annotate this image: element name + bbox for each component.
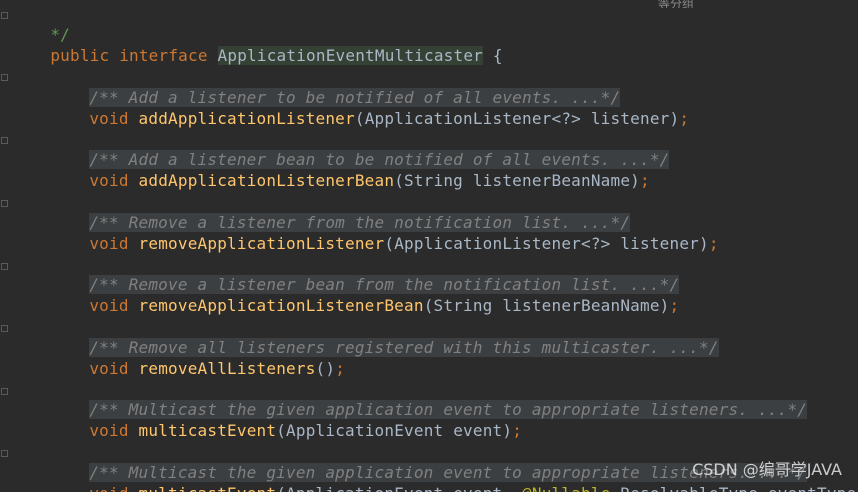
code-line-comment-6: /** Multicast the given application even… [11,377,858,419]
fold-marker[interactable] [1,263,8,270]
fold-marker[interactable] [1,12,8,19]
keyword-void: void [89,109,129,128]
fold-marker[interactable] [1,74,8,81]
keyword-void: void [89,484,128,492]
code-line-comment-1: /** Add a listener to be notified of all… [11,65,858,107]
code-line-method-4: void removeApplicationListenerBean(Strin… [11,273,858,315]
keyword-public: public [50,46,110,65]
keyword-void: void [89,296,129,315]
keyword-void: void [89,359,129,378]
code-line-method-3: void removeApplicationListener(Applicati… [11,211,858,253]
code-line-comment-5: /** Remove all listeners registered with… [11,315,858,357]
code-line-interface-declaration: public interface ApplicationEventMultica… [11,23,858,65]
code-line-comment-2: /** Add a listener bean to be notified o… [11,127,858,169]
code-line-doc-end: */ [11,2,858,44]
code-line-method-5: void removeAllListeners(); [11,336,858,378]
open-brace: { [492,46,503,65]
method-name[interactable]: removeApplicationListener [139,234,385,253]
method-parameters: () [315,359,336,378]
semicolon: ; [669,296,680,315]
method-parameters-prefix: (ApplicationEvent event, [276,484,522,492]
fold-marker[interactable] [1,137,8,144]
method-parameters: (ApplicationListener<?> listener) [384,234,709,253]
method-name[interactable]: removeAllListeners [139,359,316,378]
code-line-method-2: void addApplicationListenerBean(String l… [11,148,858,190]
keyword-void: void [89,421,129,440]
nullable-annotation: @Nullable [522,484,611,492]
method-name[interactable]: multicastEvent [139,421,277,440]
semicolon: ; [708,234,719,253]
method-name[interactable]: addApplicationListenerBean [139,171,395,190]
keyword-void: void [89,234,129,253]
method-name[interactable]: removeApplicationListenerBean [139,296,424,315]
method-parameters: (ApplicationListener<?> listener) [354,109,680,128]
fold-marker[interactable] [1,450,8,457]
code-line-method-7: void multicastEvent(ApplicationEvent eve… [11,461,858,492]
interface-name[interactable]: ApplicationEventMulticaster [217,46,484,65]
fold-marker[interactable] [1,388,8,395]
method-parameters: (String listenerBeanName) [423,296,670,315]
keyword-interface: interface [119,46,208,65]
semicolon: ; [512,421,523,440]
method-parameters-suffix: ResolvableType eventType); [611,484,858,492]
code-line-method-1: void addApplicationListener(ApplicationL… [11,86,858,128]
code-line-method-6: void multicastEvent(ApplicationEvent eve… [11,398,858,440]
fold-marker[interactable] [1,325,8,332]
fold-marker[interactable] [1,200,8,207]
method-parameters: (String listenerBeanName) [394,171,641,190]
method-parameters: (ApplicationEvent event) [276,421,513,440]
code-line-comment-7: /** Multicast the given application even… [11,440,858,482]
method-name[interactable]: multicastEvent [139,484,277,492]
semicolon: ; [640,171,650,190]
code-editor[interactable]: 等分组 */ public interface ApplicationEvent… [0,0,858,492]
semicolon: ; [335,359,346,378]
method-name[interactable]: addApplicationListener [139,109,355,128]
keyword-void: void [89,171,129,190]
semicolon: ; [679,109,690,128]
code-line-comment-4: /** Remove a listener bean from the noti… [11,252,858,294]
code-line-comment-3: /** Remove a listener from the notificat… [11,190,858,232]
